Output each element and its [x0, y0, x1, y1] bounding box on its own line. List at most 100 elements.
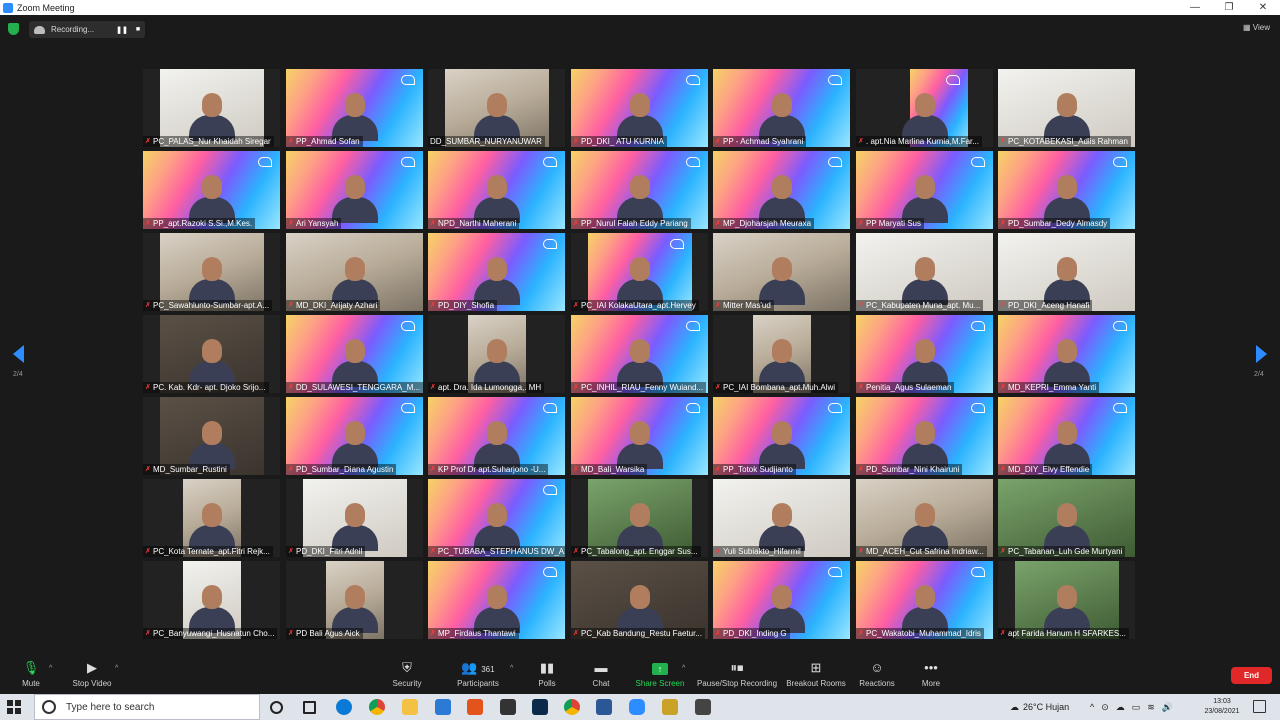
participant-video-tile[interactable]: ✗ PD_DKI_Fitri Adnil — [286, 479, 423, 557]
participant-video-tile[interactable]: ✗ PP_Totok Sudjianto — [713, 397, 850, 475]
weather-widget[interactable]: ☁ 26°C Hujan — [1010, 694, 1069, 720]
windows-start-icon[interactable] — [7, 700, 21, 714]
security-shield-icon[interactable] — [8, 23, 19, 35]
participant-video-tile[interactable]: ✗ PC_Kota Ternate_apt.Fitri Rejk... — [143, 479, 280, 557]
participant-video-tile[interactable]: ✗ MD_ACEH_Cut Safrina Indriaw... — [856, 479, 993, 557]
tray-chevron-icon[interactable]: ^ — [1090, 702, 1094, 712]
participant-video-tile[interactable]: ✗ PC_TUBABA_STEPHANUS DW_A... — [428, 479, 565, 557]
participant-video-tile[interactable]: ✗ DD_SULAWESI_TENGGARA_M... — [286, 315, 423, 393]
chrome-browser-icon[interactable] — [369, 699, 385, 715]
participant-video-tile[interactable]: ✗ NPD_Narthi Maherani — [428, 151, 565, 229]
breakout-rooms-button[interactable]: ⊞ Breakout Rooms — [786, 660, 846, 688]
participant-video-tile[interactable]: ✗ PD_DKI_Aceng Hanafi — [998, 233, 1135, 311]
participant-video-tile[interactable]: ✗ PC_Kab Bandung_Restu Faetur... — [571, 561, 708, 639]
participant-video-tile[interactable]: ✗ PP_apt.Razoki S.Si.,M.Kes. — [143, 151, 280, 229]
participant-video-tile[interactable]: ✗ PP_Nurul Falah Eddy Pariang — [571, 151, 708, 229]
participant-video-tile[interactable]: ✗ PC_IAI Bombana_apt.Muh.Alwi — [713, 315, 850, 393]
participant-video-tile[interactable]: ✗ PC_Tabalong_apt. Enggar Sus... — [571, 479, 708, 557]
participant-video-tile[interactable]: ✗. apt.Nia Marlina Kurnia,M.Far... — [856, 69, 993, 147]
participant-video-tile[interactable]: ✗ PD_DIY_Shofia — [428, 233, 565, 311]
wifi-icon[interactable]: ≋ — [1147, 702, 1155, 713]
video-options-chevron-icon[interactable]: ^ — [115, 665, 118, 672]
more-button[interactable]: ••• More — [918, 660, 944, 688]
participant-video-tile[interactable]: ✗ PC_IAI KolakaUtara_apt.Hervey — [571, 233, 708, 311]
participant-video-tile[interactable]: ✗ apt Farida Hanum H SFARKES... — [998, 561, 1135, 639]
photoshop-icon[interactable] — [532, 699, 548, 715]
participant-video-tile[interactable]: ✗ MP_Firdaus Thantawi — [428, 561, 565, 639]
security-button[interactable]: ⛨ Security — [390, 660, 424, 688]
notification-center-icon[interactable] — [1253, 700, 1266, 713]
participant-video-tile[interactable]: ✗ PD Bali Agus Aick — [286, 561, 423, 639]
maximize-button[interactable]: ❐ — [1212, 0, 1246, 15]
participant-name-label: ✗ MD_DKI_Arijaty Azhari — [286, 300, 381, 311]
participant-video-tile[interactable]: ✗ MD_DKI_Arijaty Azhari — [286, 233, 423, 311]
zoom-taskbar-icon[interactable] — [629, 699, 645, 715]
participant-video-tile[interactable]: ✗ Penitia_Agus Sulaeman — [856, 315, 993, 393]
participants-chevron-icon[interactable]: ^ — [510, 665, 513, 672]
participant-video-tile[interactable]: ✗ PC_PALAS_Nur Khaidah Siregar — [143, 69, 280, 147]
chat-button[interactable]: ▬ Chat — [587, 660, 615, 688]
previous-page-arrow[interactable] — [13, 345, 24, 363]
participant-video-tile[interactable]: ✗ PD_DKI_Inding G — [713, 561, 850, 639]
participant-video-tile[interactable]: ✗ Mitter Mas'ud — [713, 233, 850, 311]
minimize-button[interactable]: — — [1178, 0, 1212, 15]
participant-video-tile[interactable]: ✗ PC_Tabanan_Luh Gde Murtyani — [998, 479, 1135, 557]
participant-video-tile[interactable]: ✗ MD_KEPRI_Emma Yanti — [998, 315, 1135, 393]
pause-stop-recording-button[interactable]: ⏸⏹ Pause/Stop Recording — [696, 660, 778, 688]
participant-video-tile[interactable]: ✗ PD_Sumbar_Diana Agustin — [286, 397, 423, 475]
participant-video-tile[interactable]: ✗ MD_Sumbar_Rustini — [143, 397, 280, 475]
volume-icon[interactable]: 🔊 — [1162, 702, 1173, 713]
edge-browser-icon[interactable] — [336, 699, 352, 715]
pause-recording-icon[interactable]: ❚❚ — [116, 26, 128, 34]
participant-video-tile[interactable]: ✗ PC_Kabupaten Muna_apt. Mu... — [856, 233, 993, 311]
cortana-icon[interactable] — [270, 701, 283, 714]
participant-video-tile[interactable]: ✗ PC_Sawahlunto-Sumbar-apt.A... — [143, 233, 280, 311]
reactions-button[interactable]: ☺ Reactions — [858, 660, 896, 688]
chrome-profile-icon[interactable] — [564, 699, 580, 715]
participant-video-tile[interactable]: ✗ MP_Djoharsjah Meuraxa — [713, 151, 850, 229]
participant-video-tile[interactable]: ✗ PD_DKI_ ATU KURNIA — [571, 69, 708, 147]
taskbar-clock[interactable]: 13:03 23/08/2021 — [1198, 697, 1246, 717]
store-icon[interactable] — [500, 699, 516, 715]
pen-tool-icon[interactable] — [662, 699, 678, 715]
participant-video-tile[interactable]: ✗ PC_Wakatobi_Muhammad_Idris — [856, 561, 993, 639]
participant-video-tile[interactable]: ✗ apt. Dra. Ida Lumongga,. MH — [428, 315, 565, 393]
taskbar-search-input[interactable]: Type here to search — [34, 694, 260, 720]
task-view-icon[interactable] — [303, 701, 316, 714]
polls-button[interactable]: ▮▮ Polls — [532, 660, 562, 688]
participants-button[interactable]: 👥 361 Participants — [454, 660, 502, 688]
share-screen-button[interactable]: ↑ Share Screen — [635, 660, 685, 688]
close-button[interactable]: ✕ — [1246, 0, 1280, 15]
participant-video-tile[interactable]: ✗ KP Prof Dr apt.Suharjono -U... — [428, 397, 565, 475]
participant-video-tile[interactable]: ✗ MD_DIY_Elvy Effendie — [998, 397, 1135, 475]
onedrive-icon[interactable]: ☁ — [1116, 702, 1125, 713]
participant-video-tile[interactable]: ✗ PC_INHIL_RIAU_Fenny Wuiand... — [571, 315, 708, 393]
end-meeting-button[interactable]: End — [1231, 667, 1272, 684]
word-icon[interactable] — [596, 699, 612, 715]
participant-video-tile[interactable]: DD_SUMBAR_NURYANUWAR — [428, 69, 565, 147]
share-options-chevron-icon[interactable]: ^ — [682, 665, 685, 672]
participant-video-tile[interactable]: ✗ Ari Yansyah — [286, 151, 423, 229]
battery-icon[interactable]: ▭ — [1132, 702, 1141, 713]
participant-video-tile[interactable]: ✗ Yuli Subiakto_Hifarmil — [713, 479, 850, 557]
video-editor-icon[interactable] — [695, 699, 711, 715]
participant-video-tile[interactable]: ✗ MD_Bali_Warsika — [571, 397, 708, 475]
file-explorer-icon[interactable] — [402, 699, 418, 715]
participant-video-tile[interactable]: ✗ PC_KOTABEKASI_Adlis Rahman — [998, 69, 1135, 147]
participant-video-tile[interactable]: ✗ PC_Banyuwangi_Husnatun Cho... — [143, 561, 280, 639]
participant-video-tile[interactable]: ✗ PP - Achmad Syahrani — [713, 69, 850, 147]
participant-video-tile[interactable]: ✗ PD_Sumbar_Dedy Almasdy — [998, 151, 1135, 229]
mail-icon[interactable] — [435, 699, 451, 715]
mute-button[interactable]: 🎙 Mute — [17, 660, 45, 688]
network-icon[interactable]: ⊙ — [1101, 702, 1109, 713]
participant-video-tile[interactable]: ✗ PD_Sumbar_Nini Khairuni — [856, 397, 993, 475]
stop-video-button[interactable]: ▶ Stop Video — [68, 660, 116, 688]
audio-options-chevron-icon[interactable]: ^ — [49, 665, 52, 672]
view-button[interactable]: ▦ View — [1243, 23, 1270, 32]
office-icon[interactable] — [467, 699, 483, 715]
stop-recording-icon[interactable]: ■ — [136, 26, 140, 33]
participant-video-tile[interactable]: ✗ PC. Kab. Kdr- apt. Djoko Srijo... — [143, 315, 280, 393]
participant-video-tile[interactable]: ✗ PP_Ahmad Sofan — [286, 69, 423, 147]
next-page-arrow[interactable] — [1256, 345, 1267, 363]
participant-video-tile[interactable]: ✗ PP Maryati Sus — [856, 151, 993, 229]
